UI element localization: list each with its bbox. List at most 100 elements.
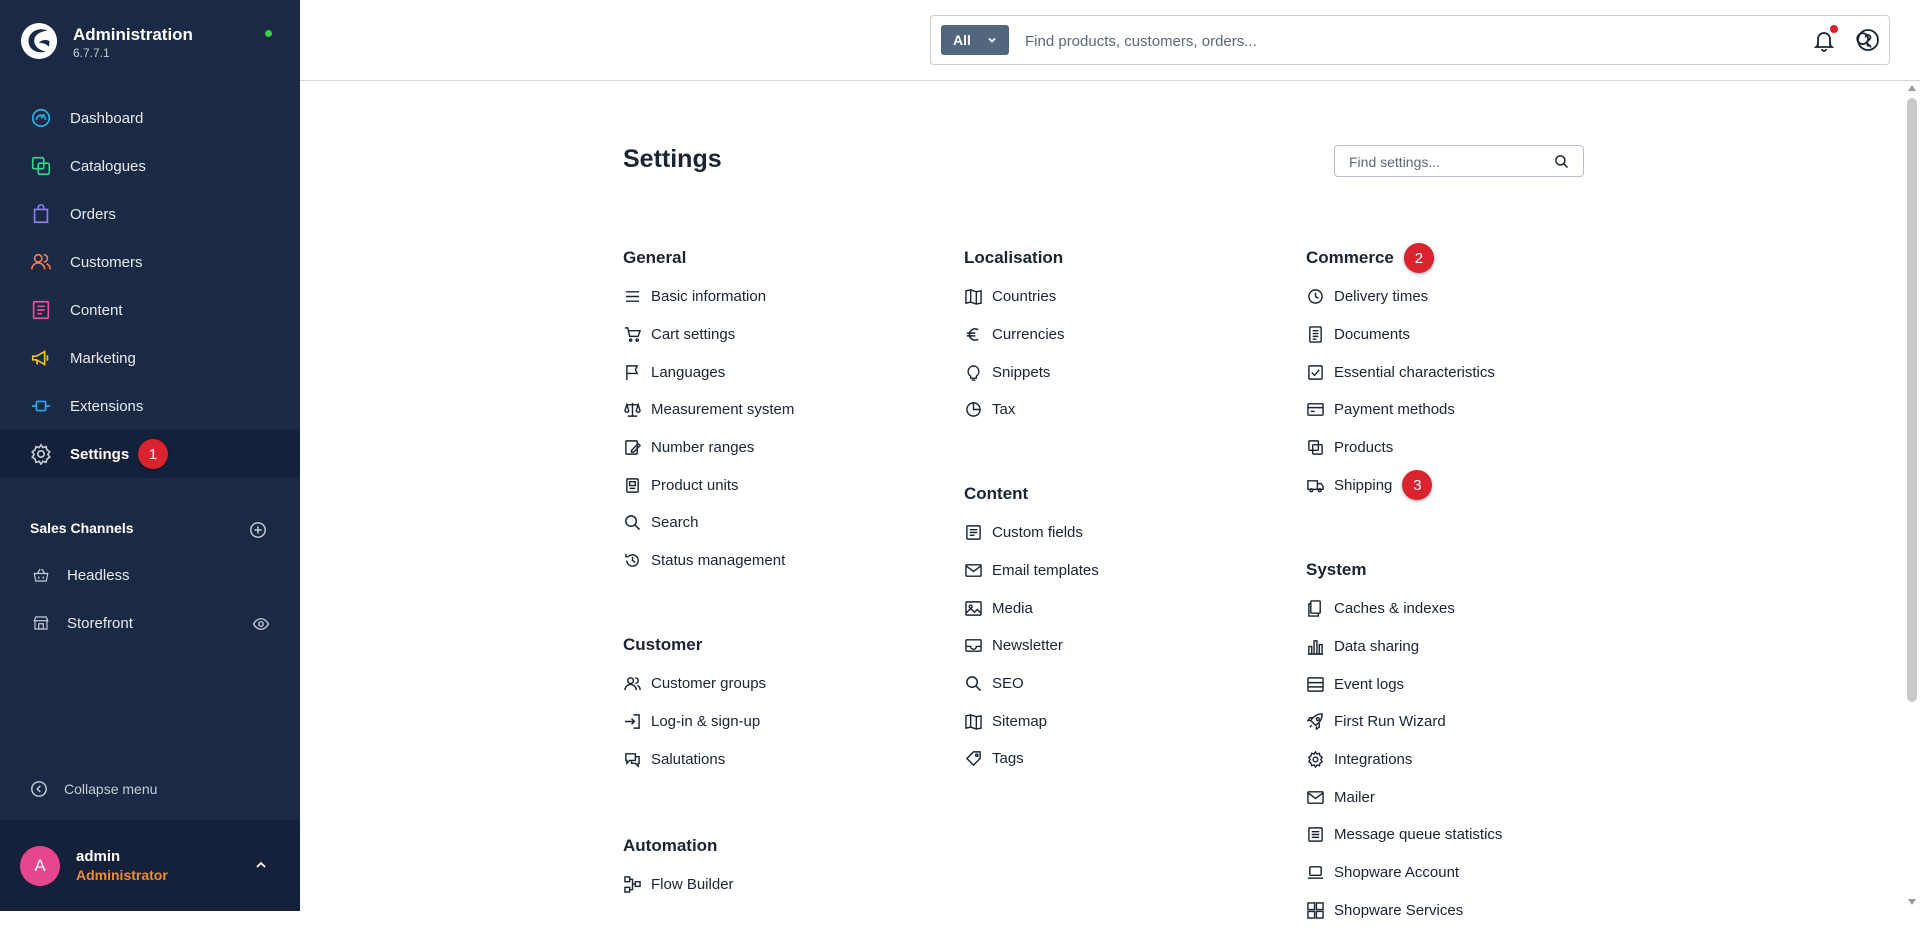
scroll-down-arrow-icon[interactable] [1907,898,1917,906]
nav-item-content[interactable]: Content [0,286,300,334]
setting-number-ranges[interactable]: Number ranges [623,429,794,467]
snippets-icon [964,363,982,381]
step-marker-2: 2 [1404,243,1434,273]
cart-icon [623,326,641,344]
setting-tax[interactable]: Tax [964,391,1065,429]
setting-mailer[interactable]: Mailer [1306,778,1502,816]
group-title: Commerce 2 [1306,246,1495,270]
nav-item-marketing[interactable]: Marketing [0,334,300,382]
setting-documents[interactable]: Documents [1306,316,1495,354]
setting-shipping[interactable]: Shipping3 [1306,466,1495,504]
search-icon [964,675,982,693]
setting-languages[interactable]: Languages [623,353,794,391]
scroll-up-arrow-icon[interactable] [1907,84,1917,92]
setting-message-queue-statistics[interactable]: Message queue statistics [1306,816,1502,854]
nav-item-extensions[interactable]: Extensions [0,382,300,430]
nav-item-label: Dashboard [70,110,143,127]
group-customer: Customer Customer groups Log-in & sign-u… [623,633,766,778]
nav-item-label: Content [70,302,123,319]
sign-in-icon [623,713,641,731]
top-bar: All [300,0,1920,81]
pie-icon [964,401,982,419]
setting-caches-indexes[interactable]: Caches & indexes [1306,590,1502,628]
setting-tags[interactable]: Tags [964,740,1099,778]
chevron-up-icon[interactable] [254,858,268,872]
setting-status-management[interactable]: Status management [623,542,794,580]
step-marker-1: 1 [138,439,168,469]
envelope-icon [1306,788,1324,806]
add-sales-channel-icon[interactable] [249,521,267,539]
nav-item-label: Catalogues [70,158,146,175]
extensions-icon [30,395,52,417]
nav-item-settings[interactable]: Settings 1 [0,430,300,478]
setting-label: Number ranges [651,439,754,456]
setting-snippets[interactable]: Snippets [964,353,1065,391]
setting-customer-groups[interactable]: Customer groups [623,665,766,703]
collapse-menu-button[interactable]: Collapse menu [0,772,300,806]
setting-salutations[interactable]: Salutations [623,740,766,778]
avatar[interactable]: A [20,846,60,886]
scrollbar-thumb[interactable] [1907,98,1917,702]
setting-measurement-system[interactable]: Measurement system [623,391,794,429]
setting-payment-methods[interactable]: Payment methods [1306,391,1495,429]
envelope-icon [964,562,982,580]
setting-basic-information[interactable]: Basic information [623,278,794,316]
nav-item-catalogues[interactable]: Catalogues [0,142,300,190]
main-nav: Dashboard Catalogues Orders Customers Co… [0,94,300,478]
search-icon[interactable] [1554,154,1569,169]
setting-products[interactable]: Products [1306,429,1495,467]
setting-seo[interactable]: SEO [964,665,1099,703]
setting-label: Caches & indexes [1334,600,1455,617]
users-icon [623,675,641,693]
setting-search[interactable]: Search [623,504,794,542]
setting-label: Mailer [1334,789,1375,806]
setting-newsletter[interactable]: Newsletter [964,627,1099,665]
setting-sitemap[interactable]: Sitemap [964,702,1099,740]
setting-currencies[interactable]: Currencies [964,316,1065,354]
rocket-icon [1306,713,1324,731]
group-content: Content Custom fields Email templates Me… [964,482,1099,778]
status-indicator [265,30,272,37]
nav-item-label: Orders [70,206,116,223]
nav-item-customers[interactable]: Customers [0,238,300,286]
search-icon [623,514,641,532]
setting-email-templates[interactable]: Email templates [964,552,1099,590]
setting-log-in-sign-up[interactable]: Log-in & sign-up [623,703,766,741]
settings-search [1334,145,1584,177]
group-title: Automation [623,834,734,858]
setting-essential-characteristics[interactable]: Essential characteristics [1306,353,1495,391]
setting-label: Log-in & sign-up [651,713,760,730]
group-title: System [1306,558,1502,582]
setting-countries[interactable]: Countries [964,278,1065,316]
group-commerce: Commerce 2 Delivery times Documents Esse… [1306,246,1495,504]
sales-channel-headless[interactable]: Headless [0,555,300,595]
setting-delivery-times[interactable]: Delivery times [1306,278,1495,316]
setting-event-logs[interactable]: Event logs [1306,665,1502,703]
setting-label: Measurement system [651,401,794,418]
setting-media[interactable]: Media [964,589,1099,627]
setting-data-sharing[interactable]: Data sharing [1306,628,1502,666]
nav-item-orders[interactable]: Orders [0,190,300,238]
setting-shopware-services[interactable]: Shopware Services [1306,892,1502,929]
global-search-input[interactable] [1025,28,1825,54]
app-version: 6.7.7.1 [73,46,110,60]
marketing-icon [30,347,52,369]
setting-custom-fields[interactable]: Custom fields [964,514,1099,552]
clock-icon [1306,288,1324,306]
setting-first-run-wizard[interactable]: First Run Wizard [1306,703,1502,741]
setting-label: SEO [992,675,1024,692]
setting-cart-settings[interactable]: Cart settings [623,316,794,354]
setting-shopware-account[interactable]: Shopware Account [1306,854,1502,892]
settings-search-input[interactable] [1349,152,1539,172]
content-icon [30,299,52,321]
setting-label: Event logs [1334,676,1404,693]
nav-item-dashboard[interactable]: Dashboard [0,94,300,142]
search-type-dropdown[interactable]: All [941,25,1009,55]
eye-icon[interactable] [252,615,270,633]
setting-label: Integrations [1334,751,1412,768]
sales-channel-storefront[interactable]: Storefront [0,603,300,643]
setting-product-units[interactable]: Product units [623,466,794,504]
setting-flow-builder[interactable]: Flow Builder [623,866,734,904]
setting-integrations[interactable]: Integrations [1306,741,1502,779]
help-icon[interactable] [1856,28,1880,52]
